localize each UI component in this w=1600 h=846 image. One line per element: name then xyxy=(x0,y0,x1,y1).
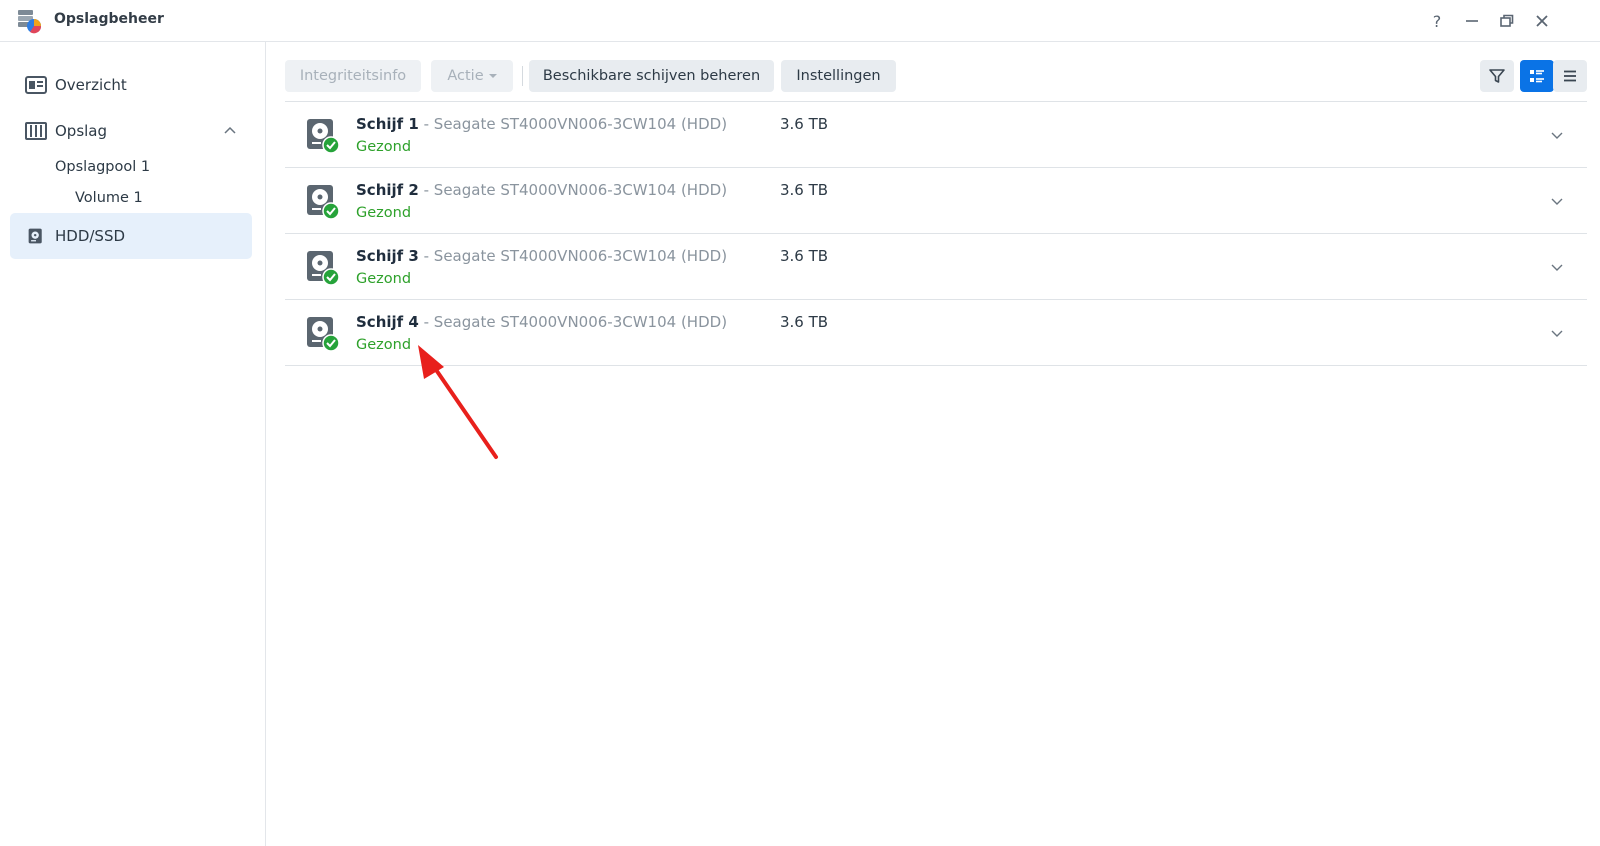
toolbar: Integriteitsinfo Actie Beschikbare schij… xyxy=(285,60,1587,92)
button-label: Instellingen xyxy=(796,68,881,84)
integrity-info-button[interactable]: Integriteitsinfo xyxy=(285,60,421,92)
disk-status: Gezond xyxy=(356,139,412,155)
restore-icon[interactable] xyxy=(1496,10,1518,32)
storage-icon xyxy=(25,122,47,140)
list-icon xyxy=(1564,70,1576,82)
disk-row[interactable]: Schijf 2 - Seagate ST4000VN006-3CW104 (H… xyxy=(285,168,1587,234)
chevron-down-icon[interactable] xyxy=(1551,327,1563,339)
caret-down-icon xyxy=(488,74,497,78)
filter-icon xyxy=(1489,69,1505,83)
settings-button[interactable]: Instellingen xyxy=(781,60,896,92)
sidebar-item-storage[interactable]: Opslag xyxy=(10,108,252,154)
sidebar-item-label: Opslag xyxy=(55,122,108,140)
chevron-down-icon[interactable] xyxy=(1551,195,1563,207)
disk-model: - Seagate ST4000VN006-3CW104 (HDD) xyxy=(418,247,728,265)
window-title: Opslagbeheer xyxy=(54,11,164,27)
button-label: Actie xyxy=(447,68,484,84)
chevron-down-icon[interactable] xyxy=(1551,261,1563,273)
button-label: Integriteitsinfo xyxy=(299,68,407,84)
storage-manager-app-icon xyxy=(18,10,42,34)
chevron-down-icon[interactable] xyxy=(1551,129,1563,141)
disk-status: Gezond xyxy=(356,205,412,221)
chevron-up-icon[interactable] xyxy=(224,125,236,137)
annotation-arrow xyxy=(418,345,498,459)
sidebar-item-label: HDD/SSD xyxy=(55,227,126,245)
disk-row[interactable]: Schijf 3 - Seagate ST4000VN006-3CW104 (H… xyxy=(285,234,1587,300)
disk-size: 3.6 TB xyxy=(780,181,829,199)
disk-size: 3.6 TB xyxy=(780,115,829,133)
close-icon[interactable] xyxy=(1531,10,1553,32)
disk-model: - Seagate ST4000VN006-3CW104 (HDD) xyxy=(418,115,728,133)
disk-model: - Seagate ST4000VN006-3CW104 (HDD) xyxy=(418,313,728,331)
detail-list-icon xyxy=(1530,70,1544,83)
hdd-healthy-icon xyxy=(307,185,340,220)
sidebar-item-volume-1[interactable]: Volume 1 xyxy=(75,190,143,206)
toolbar-divider xyxy=(522,66,523,86)
button-label: Beschikbare schijven beheren xyxy=(542,68,761,84)
hdd-icon xyxy=(28,228,42,244)
filter-button[interactable] xyxy=(1480,60,1514,92)
detail-view-button[interactable] xyxy=(1520,60,1554,92)
disk-model: - Seagate ST4000VN006-3CW104 (HDD) xyxy=(418,181,728,199)
disk-status: Gezond xyxy=(356,337,412,353)
disk-list: Schijf 1 - Seagate ST4000VN006-3CW104 (H… xyxy=(285,101,1587,366)
help-icon[interactable]: ? xyxy=(1426,10,1448,32)
sidebar-item-label: Overzicht xyxy=(55,76,127,94)
hdd-healthy-icon xyxy=(307,119,340,154)
sidebar: Overzicht Opslag Opslagpool 1 Volume 1 H… xyxy=(0,42,266,846)
disk-name: Schijf 4 - Seagate ST4000VN006-3CW104 (H… xyxy=(356,313,727,331)
overview-icon xyxy=(25,76,47,94)
hdd-healthy-icon xyxy=(307,251,340,286)
disk-size: 3.6 TB xyxy=(780,247,829,265)
compact-view-button[interactable] xyxy=(1553,60,1587,92)
disk-name: Schijf 3 - Seagate ST4000VN006-3CW104 (H… xyxy=(356,247,727,265)
action-dropdown-button[interactable]: Actie xyxy=(431,60,513,92)
hdd-healthy-icon xyxy=(307,317,340,352)
disk-size: 3.6 TB xyxy=(780,313,829,331)
disk-name: Schijf 1 - Seagate ST4000VN006-3CW104 (H… xyxy=(356,115,727,133)
disk-label: Schijf 1 xyxy=(356,115,419,133)
disk-label: Schijf 2 xyxy=(356,181,419,199)
sidebar-item-storage-pool-1[interactable]: Opslagpool 1 xyxy=(55,159,150,175)
disk-label: Schijf 3 xyxy=(356,247,419,265)
title-bar: Opslagbeheer ? xyxy=(0,0,1600,42)
disk-status: Gezond xyxy=(356,271,412,287)
minimize-icon[interactable] xyxy=(1461,10,1483,32)
disk-label: Schijf 4 xyxy=(356,313,419,331)
manage-available-drives-button[interactable]: Beschikbare schijven beheren xyxy=(529,60,774,92)
sidebar-item-overview[interactable]: Overzicht xyxy=(10,62,252,108)
sidebar-item-hdd-ssd[interactable]: HDD/SSD xyxy=(10,213,252,259)
disk-row[interactable]: Schijf 1 - Seagate ST4000VN006-3CW104 (H… xyxy=(285,102,1587,168)
disk-name: Schijf 2 - Seagate ST4000VN006-3CW104 (H… xyxy=(356,181,727,199)
